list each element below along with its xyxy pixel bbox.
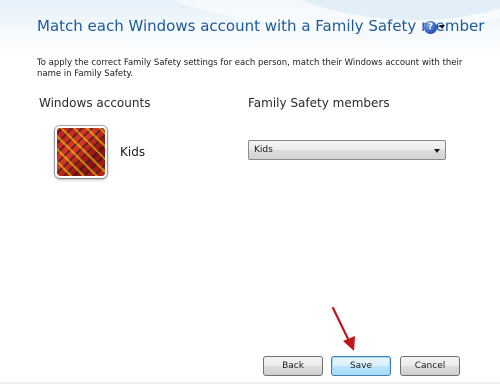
annotation-arrow-icon — [331, 306, 355, 351]
family-member-select-value: Kids — [254, 145, 273, 155]
windows-accounts-header: Windows accounts — [39, 96, 151, 110]
account-avatar — [55, 126, 107, 178]
cancel-button[interactable]: Cancel — [400, 356, 460, 376]
help-dropdown-chevron-icon[interactable] — [439, 25, 445, 29]
help-icon[interactable]: ? — [424, 21, 437, 34]
back-button[interactable]: Back — [263, 356, 323, 376]
family-safety-members-header: Family Safety members — [248, 96, 390, 110]
intro-text: To apply the correct Family Safety setti… — [37, 58, 463, 79]
save-button[interactable]: Save — [331, 356, 391, 376]
chevron-down-icon — [434, 149, 440, 153]
family-member-select[interactable]: Kids — [248, 140, 446, 160]
account-name: Kids — [120, 145, 146, 159]
page-title: Match each Windows account with a Family… — [37, 17, 485, 35]
